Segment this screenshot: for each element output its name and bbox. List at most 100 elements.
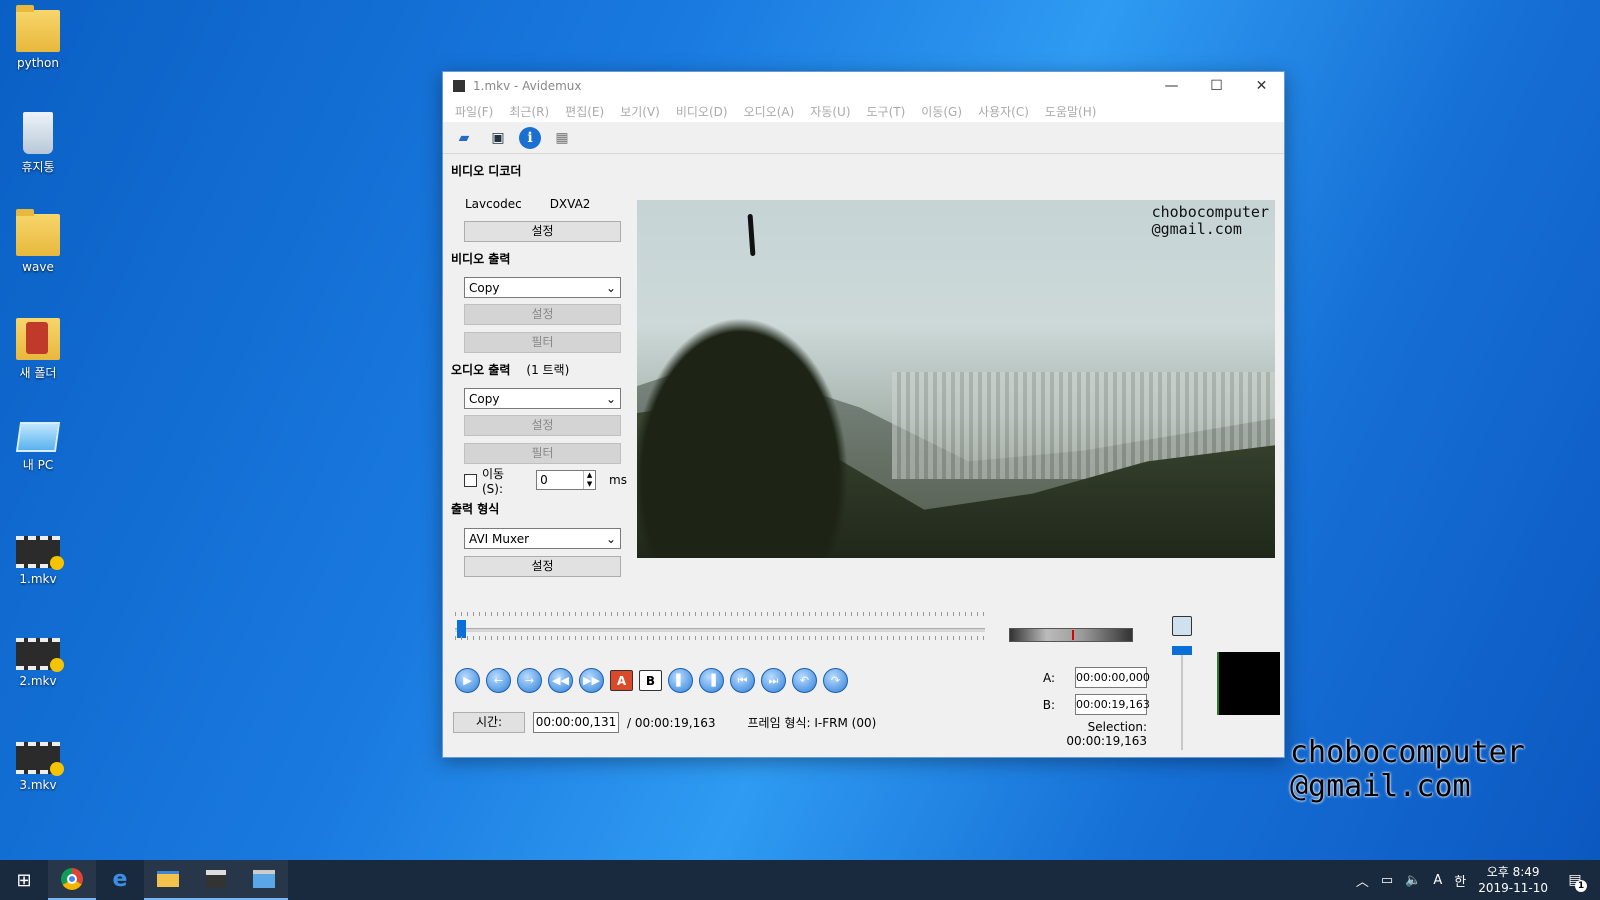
desktop-icon-label: 2.mkv: [19, 674, 57, 688]
menu-edit[interactable]: 편집(E): [557, 103, 612, 120]
desktop-icon-label: python: [17, 56, 59, 70]
total-time: / 00:00:19,163: [627, 715, 716, 730]
taskbar-chrome[interactable]: [48, 860, 96, 900]
preview-watermark-line1: chobocomputer: [1151, 203, 1269, 221]
speaker-icon[interactable]: 🔈: [1405, 873, 1421, 888]
marker-a-field[interactable]: 00:00:00,000: [1075, 667, 1150, 688]
notification-center[interactable]: ▤ 1: [1560, 860, 1590, 900]
desktop-icon-my-pc[interactable]: 내 PC: [10, 422, 66, 473]
menu-video[interactable]: 비디오(D): [668, 103, 736, 120]
prev-black-icon[interactable]: ▌: [668, 668, 693, 693]
decoder-settings-button[interactable]: 설정: [464, 221, 621, 242]
video-output-title: 비디오 출력: [451, 252, 511, 266]
output-format-select[interactable]: AVI Muxer ⌄: [464, 528, 621, 549]
time-button[interactable]: 시간:: [453, 712, 525, 733]
output-format-title: 출력 형식: [451, 502, 500, 516]
set-marker-a-icon[interactable]: A: [610, 670, 633, 691]
play-icon[interactable]: ▶: [455, 668, 480, 693]
chevron-down-icon: ⌄: [605, 531, 616, 546]
audio-output-value: Copy: [469, 391, 500, 406]
audio-output-title: 오디오 출력: [451, 363, 511, 377]
menu-file[interactable]: 파일(F): [447, 103, 501, 120]
volume-thumb[interactable]: [1172, 646, 1192, 655]
clapper-icon: [453, 80, 465, 92]
desktop-icon-1mkv[interactable]: 1.mkv: [10, 536, 66, 586]
decoder-accel: DXVA2: [549, 197, 591, 211]
hand-drawn-mark: [747, 213, 756, 257]
next-keyframe-icon[interactable]: ▶▶: [579, 668, 604, 693]
timeline-slider[interactable]: [455, 612, 985, 646]
output-format-settings-button[interactable]: 설정: [464, 556, 621, 577]
speaker-icon[interactable]: [1172, 616, 1192, 636]
menu-tools[interactable]: 도구(T): [859, 103, 914, 120]
maximize-button[interactable]: ☐: [1194, 72, 1239, 100]
audio-filter-button[interactable]: 필터: [464, 443, 621, 464]
taskbar-edge[interactable]: e: [96, 860, 144, 900]
menu-go[interactable]: 이동(G): [913, 103, 970, 120]
chevron-up-icon[interactable]: ︿: [1356, 871, 1369, 890]
desktop-icon-2mkv[interactable]: 2.mkv: [10, 638, 66, 688]
taskbar-clapper[interactable]: [192, 860, 240, 900]
back-60-icon[interactable]: ↶: [792, 668, 817, 693]
ime-language[interactable]: 한: [1454, 871, 1466, 890]
settings-panel: 비디오 디코더 Lavcodec DXVA2 설정 비디오 출력 Copy ⌄ …: [451, 160, 627, 577]
desktop-icon-wave[interactable]: wave: [10, 209, 66, 274]
marker-a-label: A:: [1042, 670, 1055, 685]
go-last-icon[interactable]: ⏭: [761, 668, 786, 693]
prev-keyframe-icon[interactable]: ◀◀: [548, 668, 573, 693]
save-icon[interactable]: ▣: [485, 125, 511, 151]
desktop-icon-3mkv[interactable]: 3.mkv: [10, 742, 66, 792]
set-marker-b-icon[interactable]: B: [639, 670, 662, 691]
ime-mode[interactable]: A: [1433, 873, 1442, 888]
marker-b-row: B: 00:00:19,163: [1007, 691, 1150, 718]
decoder-codec: Lavcodec: [465, 197, 522, 211]
open-icon[interactable]: ▰: [451, 125, 477, 151]
menu-auto[interactable]: 자동(U): [802, 103, 858, 120]
minimize-button[interactable]: —: [1149, 72, 1194, 100]
video-output-select[interactable]: Copy ⌄: [464, 277, 621, 298]
taskbar-avidemux[interactable]: [240, 860, 288, 900]
menu-recent[interactable]: 최근(R): [501, 103, 557, 120]
menu-custom[interactable]: 사용자(C): [970, 103, 1037, 120]
video-decoder-title: 비디오 디코더: [451, 164, 522, 178]
video-output-settings-button[interactable]: 설정: [464, 304, 621, 325]
clock[interactable]: 오후 8:49 2019-11-10: [1478, 864, 1548, 896]
volume-meter: [1009, 628, 1133, 642]
volume-slider[interactable]: [1172, 616, 1192, 750]
next-frame-icon[interactable]: →: [517, 668, 542, 693]
audio-shift-input[interactable]: 0 ▲ ▼: [536, 470, 597, 490]
info-icon[interactable]: i: [519, 126, 541, 149]
desktop-icon-python[interactable]: python: [10, 5, 66, 70]
timeline-ticks-bottom: [455, 636, 985, 640]
film-icon[interactable]: ▦: [549, 125, 575, 151]
current-time-field[interactable]: 00:00:00,131: [533, 712, 619, 733]
audio-output-settings-button[interactable]: 설정: [464, 415, 621, 436]
forward-60-icon[interactable]: ↷: [823, 668, 848, 693]
audio-output-select[interactable]: Copy ⌄: [464, 388, 621, 409]
menu-view[interactable]: 보기(V): [612, 103, 668, 120]
marker-b-field[interactable]: 00:00:19,163: [1075, 694, 1150, 715]
taskbar-explorer[interactable]: [144, 860, 192, 900]
folder-icon: [16, 209, 60, 256]
playback-controls: ▶ ← → ◀◀ ▶▶ A B ▌ ▐ ⏮ ⏭ ↶ ↷: [455, 668, 848, 693]
audio-shift-checkbox[interactable]: [464, 473, 477, 487]
prev-frame-icon[interactable]: ←: [486, 668, 511, 693]
next-black-icon[interactable]: ▐: [699, 668, 724, 693]
go-first-icon[interactable]: ⏮: [730, 668, 755, 693]
desktop-icon-label: 내 PC: [22, 458, 54, 472]
desktop-icon-new-folder[interactable]: 새 폴더: [10, 318, 66, 381]
title-bar[interactable]: 1.mkv - Avidemux — ☐ ✕: [443, 72, 1284, 100]
menu-audio[interactable]: 오디오(A): [736, 103, 803, 120]
network-icon[interactable]: ▭: [1381, 873, 1393, 888]
desktop-icon-recycle-bin[interactable]: 휴지통: [10, 112, 66, 175]
video-filter-button[interactable]: 필터: [464, 332, 621, 353]
spin-arrows-icon[interactable]: ▲ ▼: [583, 471, 595, 489]
marker-b-label: B:: [1042, 697, 1055, 712]
video-preview: chobocomputer @gmail.com: [637, 200, 1275, 558]
selection-duration: Selection: 00:00:19,163: [1066, 720, 1147, 748]
menu-help[interactable]: 도움말(H): [1037, 103, 1105, 120]
close-button[interactable]: ✕: [1239, 72, 1284, 100]
notification-count: 1: [1575, 880, 1587, 892]
system-tray: ︿ ▭ 🔈 A 한 오후 8:49 2019-11-10 ▤ 1: [1356, 860, 1600, 900]
windows-start-icon[interactable]: ⊞: [0, 860, 48, 900]
